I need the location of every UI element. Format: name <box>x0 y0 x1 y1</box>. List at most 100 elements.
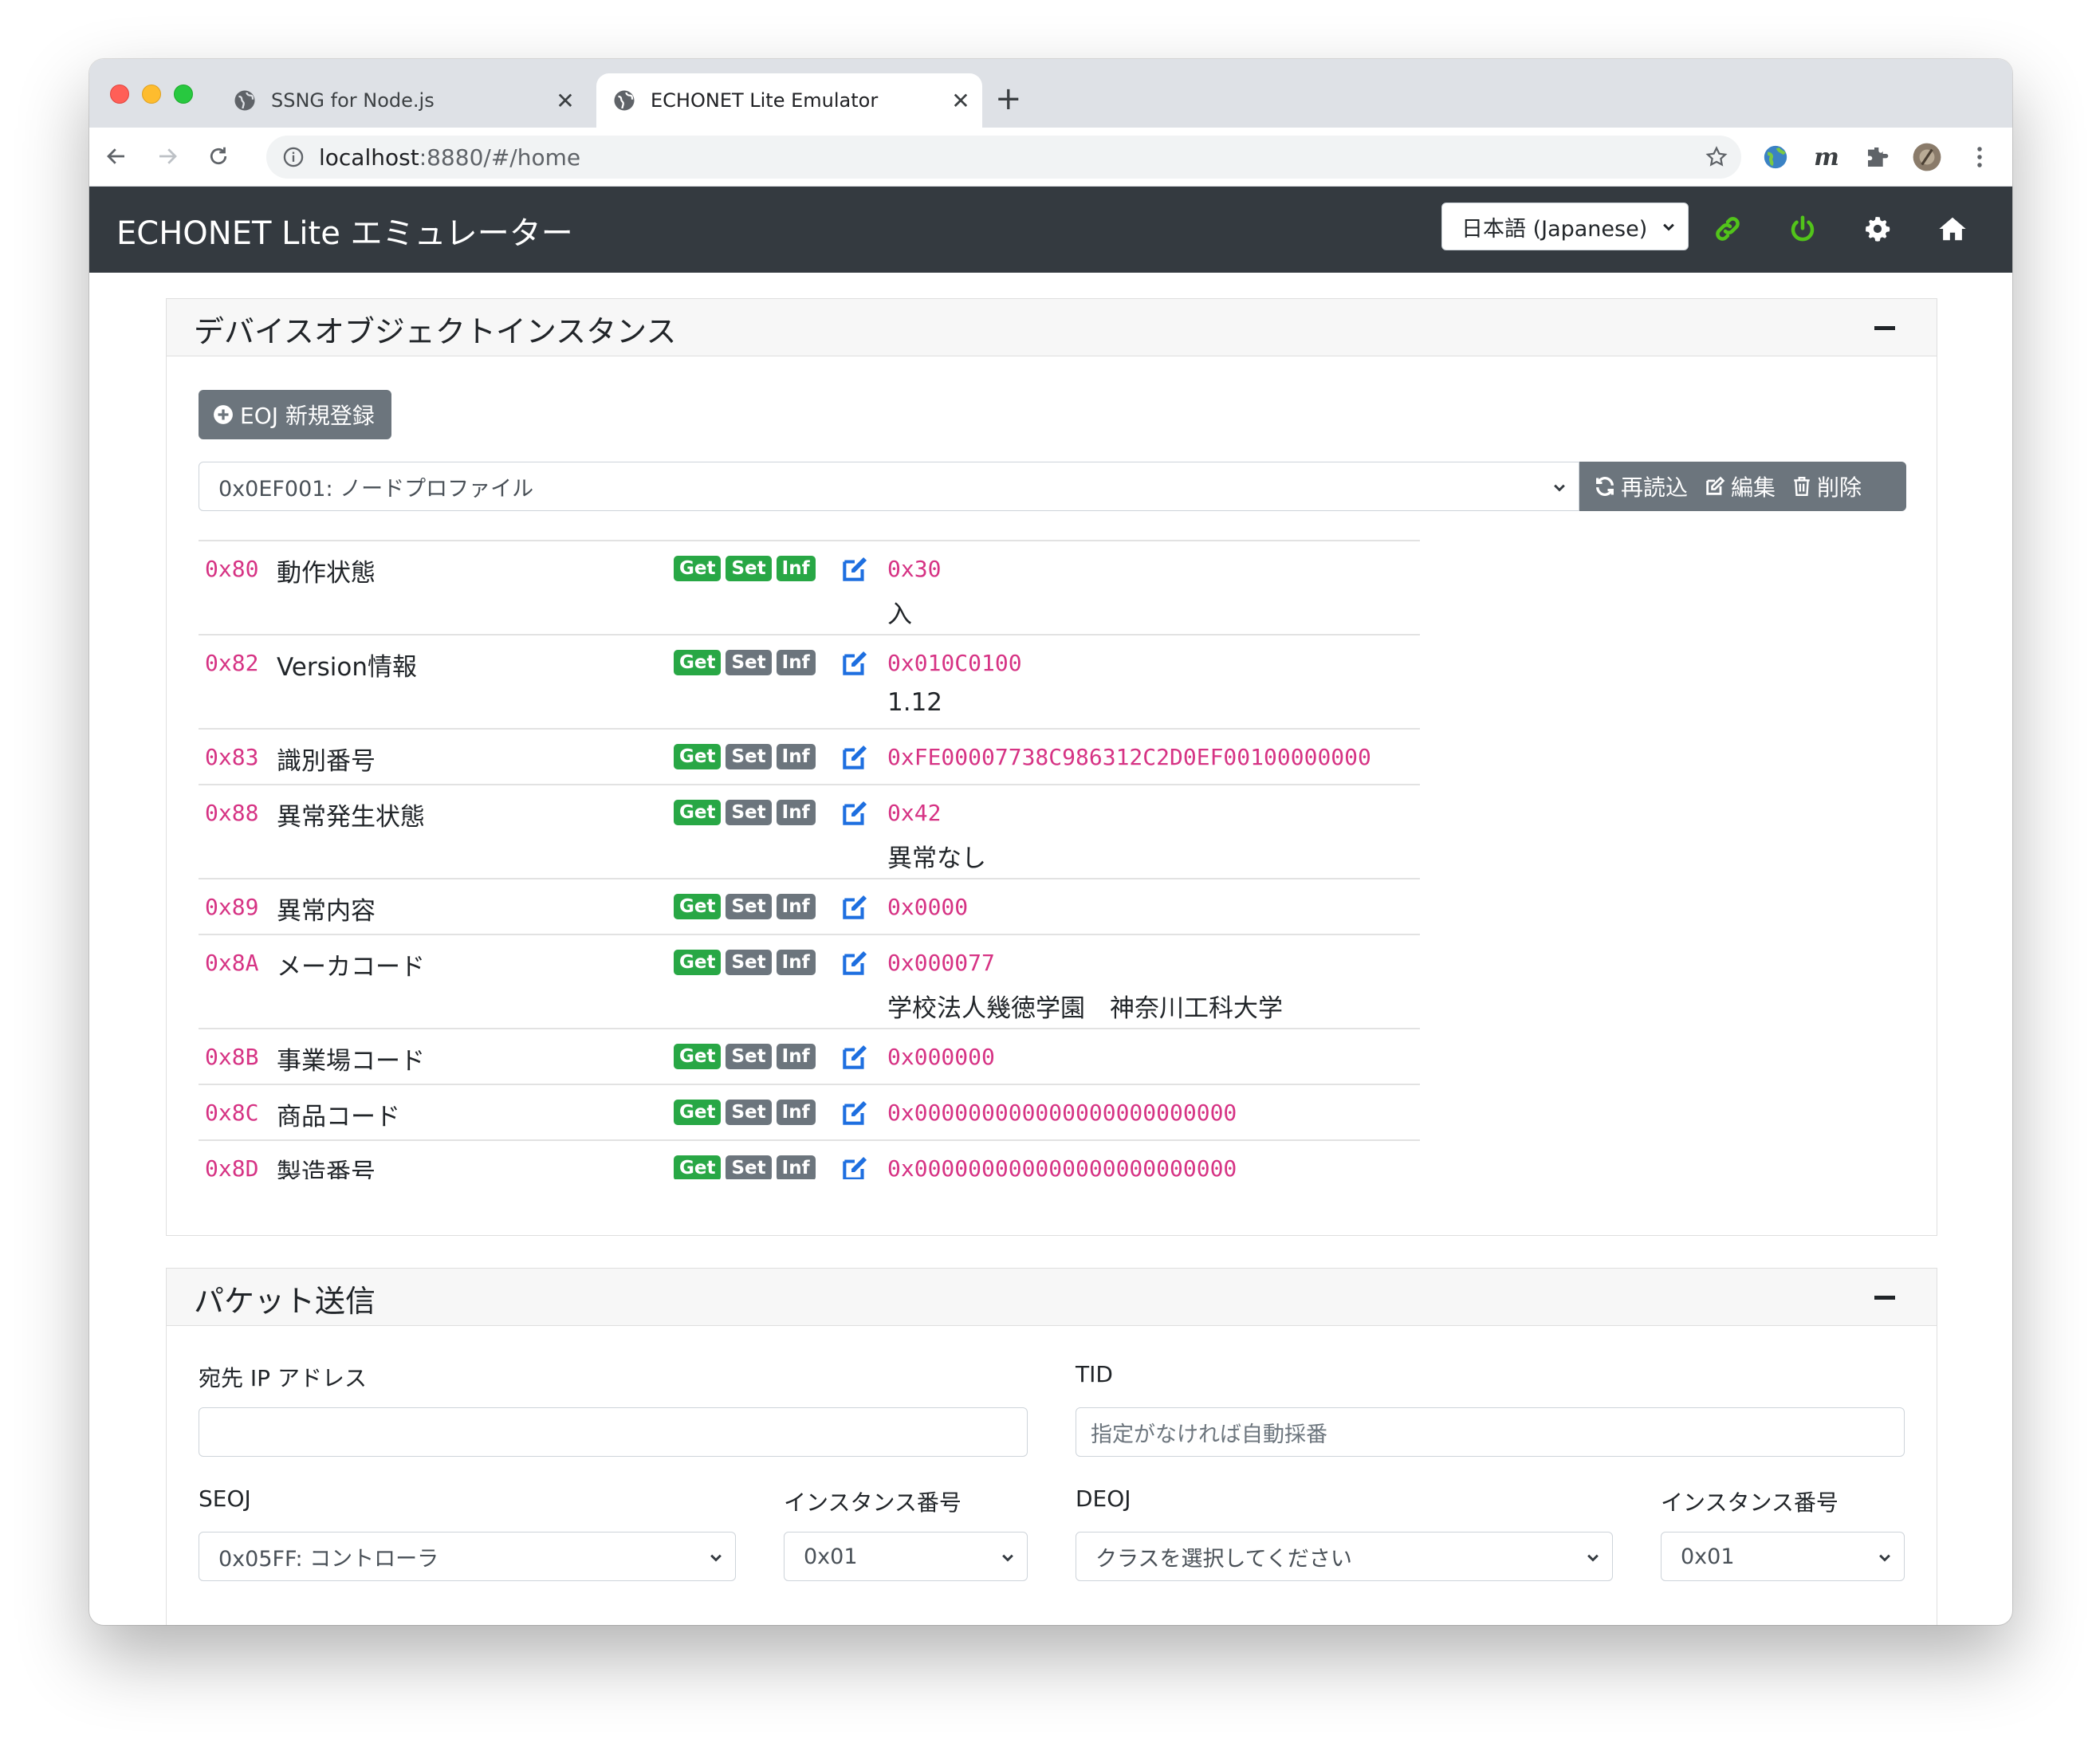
inf-badge: Inf <box>776 950 816 975</box>
app-navbar: ECHONET Lite エミュレーター 日本語 (Japanese) <box>89 187 2012 273</box>
address-bar[interactable]: localhost:8880/#/home <box>266 136 1741 179</box>
close-tab-icon[interactable]: ✕ <box>552 88 579 114</box>
property-value: 0xFE00007738C986312C2D0EF00100000000 <box>887 744 1371 770</box>
deoj-select[interactable]: クラスを選択してください <box>1076 1532 1613 1581</box>
profile-avatar[interactable] <box>1912 142 1942 172</box>
property-epc: 0x8C <box>205 1100 259 1126</box>
edit-property-icon[interactable] <box>840 1042 870 1072</box>
seoj-select[interactable]: 0x05FF: コントローラ <box>199 1532 736 1581</box>
back-button[interactable] <box>100 140 132 172</box>
new-tab-button[interactable]: + <box>995 83 1022 115</box>
edit-property-icon[interactable] <box>840 948 870 978</box>
minimize-window-button[interactable] <box>142 85 161 104</box>
edit-property-icon[interactable] <box>840 798 870 828</box>
get-badge: Get <box>674 650 722 675</box>
collapse-minus-icon[interactable] <box>1874 326 1895 330</box>
tab-ssng[interactable]: SSNG for Node.js ✕ <box>217 73 587 128</box>
dest-ip-input[interactable] <box>199 1407 1028 1457</box>
inf-badge: Inf <box>776 650 816 675</box>
add-eoj-button[interactable]: EOJ 新規登録 <box>199 390 391 439</box>
extensions-button[interactable] <box>1862 142 1893 172</box>
bookmark-star-icon[interactable] <box>1705 145 1728 169</box>
reload-eoj-button[interactable]: 再読込 <box>1594 470 1688 502</box>
reload-button[interactable] <box>203 140 234 172</box>
edit-property-icon[interactable] <box>840 648 870 679</box>
earth-extension-icon <box>1764 145 1787 169</box>
tid-input[interactable]: 指定がなければ自動採番 <box>1076 1407 1905 1457</box>
property-name: メーカコード <box>277 953 425 982</box>
property-row: 0x88 異常発生状態 Get Set Inf 0x42 異常なし <box>199 784 1420 878</box>
property-epc: 0x8B <box>205 1044 259 1070</box>
property-name: 識別番号 <box>277 747 376 776</box>
property-access-badges: Get Set Inf <box>674 800 820 825</box>
power-button[interactable] <box>1786 212 1819 246</box>
property-access-badges: Get Set Inf <box>674 1100 820 1125</box>
property-value: 0x0000 <box>887 894 969 920</box>
set-badge: Set <box>726 1044 772 1069</box>
property-name: 異常内容 <box>277 897 376 926</box>
packet-send-card: パケット送信 宛先 IP アドレス TID 指定がなければ自動採番 SEOJ 0… <box>166 1268 1937 1625</box>
maximize-window-button[interactable] <box>174 85 193 104</box>
seoj-value: 0x05FF: コントローラ <box>218 1546 439 1572</box>
chevron-down-icon <box>1879 1554 1890 1562</box>
edit-property-icon[interactable] <box>840 554 870 584</box>
property-description: 異常なし <box>887 844 986 873</box>
property-name: 動作状態 <box>277 559 376 588</box>
settings-button[interactable] <box>1861 212 1894 246</box>
chevron-down-icon <box>1663 223 1674 231</box>
forward-button[interactable] <box>151 140 183 172</box>
url-path: :8880/#/home <box>419 144 581 171</box>
connection-link-button[interactable] <box>1711 212 1744 246</box>
edit-property-icon[interactable] <box>840 1154 870 1179</box>
edit-eoj-button[interactable]: 編集 <box>1704 470 1776 502</box>
home-button[interactable] <box>1936 212 1969 246</box>
property-list: 0x80 動作状態 Get Set Inf 0x30 入 0x82 Versio… <box>199 540 1420 1179</box>
set-badge: Set <box>726 556 772 581</box>
extension-earth-button[interactable] <box>1760 142 1791 172</box>
seoj-instance-label: インスタンス番号 <box>784 1489 962 1516</box>
property-description: 1.12 <box>887 688 943 717</box>
browser-menu-button[interactable] <box>1964 142 1995 172</box>
edit-property-icon[interactable] <box>840 892 870 923</box>
language-value: 日本語 (Japanese) <box>1461 216 1648 242</box>
close-tab-icon[interactable]: ✕ <box>947 88 974 114</box>
eoj-select[interactable]: 0x0EF001: ノードプロファイル <box>199 462 1579 511</box>
edit-property-icon[interactable] <box>840 742 870 773</box>
get-badge: Get <box>674 1044 722 1069</box>
property-value: 0x000077 <box>887 950 995 976</box>
link-icon <box>1716 217 1740 241</box>
language-select[interactable]: 日本語 (Japanese) <box>1441 203 1689 250</box>
seoj-instance-select[interactable]: 0x01 <box>784 1532 1028 1581</box>
set-badge: Set <box>726 650 772 675</box>
property-epc: 0x83 <box>205 744 259 770</box>
property-value: 0x010C0100 <box>887 650 1022 676</box>
device-card-title: デバイスオブジェクトインスタンス <box>194 314 677 349</box>
get-badge: Get <box>674 950 722 975</box>
edit-eoj-label: 編集 <box>1731 474 1776 501</box>
collapse-minus-icon[interactable] <box>1874 1296 1895 1300</box>
property-row: 0x8A メーカコード Get Set Inf 0x000077 学校法人幾徳学… <box>199 934 1420 1028</box>
extension-m-button[interactable]: m <box>1811 142 1842 172</box>
inf-badge: Inf <box>776 1100 816 1125</box>
close-window-button[interactable] <box>110 85 129 104</box>
property-name: 商品コード <box>277 1103 400 1131</box>
plus-circle-icon <box>214 405 233 424</box>
chevron-down-icon <box>1554 484 1565 492</box>
deoj-instance-select[interactable]: 0x01 <box>1661 1532 1905 1581</box>
delete-eoj-button[interactable]: 削除 <box>1791 470 1862 502</box>
property-epc: 0x80 <box>205 556 259 582</box>
property-name: 製造番号 <box>277 1159 376 1179</box>
property-row: 0x83 識別番号 Get Set Inf 0xFE00007738C98631… <box>199 728 1420 784</box>
gear-icon <box>1866 217 1890 242</box>
trash-icon <box>1794 476 1810 497</box>
deoj-value: クラスを選択してください <box>1095 1546 1352 1572</box>
inf-badge: Inf <box>776 1044 816 1069</box>
tab-echonet-emulator[interactable]: ECHONET Lite Emulator ✕ <box>596 73 982 128</box>
reload-icon <box>210 147 227 165</box>
app-brand[interactable]: ECHONET Lite エミュレーター <box>116 207 573 254</box>
property-epc: 0x89 <box>205 894 259 920</box>
edit-property-icon[interactable] <box>840 1098 870 1128</box>
property-access-badges: Get Set Inf <box>674 950 820 975</box>
property-epc: 0x8D <box>205 1155 259 1179</box>
packet-card-header: パケット送信 <box>167 1269 1937 1326</box>
